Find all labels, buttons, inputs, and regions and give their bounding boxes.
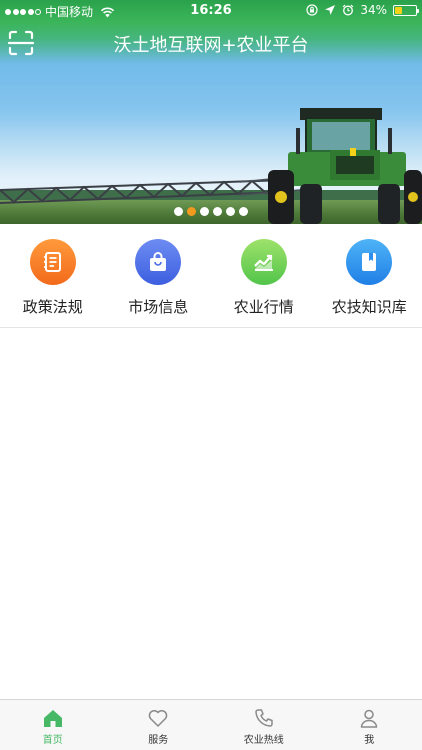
person-icon: [361, 709, 378, 728]
tab-agri-hotline[interactable]: 农业热线: [211, 700, 317, 750]
carousel-dot[interactable]: [200, 207, 209, 216]
quick-menu: 政策法规 市场信息 农业行情 农技知识库: [0, 224, 422, 328]
phone-icon: [255, 709, 273, 727]
quick-menu-policy[interactable]: 政策法规: [0, 224, 106, 327]
battery-percentage: 34%: [360, 3, 387, 17]
shopping-bag-icon: [135, 239, 182, 285]
carousel-dot[interactable]: [239, 207, 248, 216]
carousel-dot[interactable]: [187, 207, 196, 216]
carrier-name: 中国移动: [45, 5, 94, 19]
quick-menu-knowledge-base[interactable]: 农技知识库: [317, 224, 422, 327]
nav-header: 沃土地互联网+农业平台: [0, 22, 422, 64]
tab-label: 农业热线: [243, 735, 284, 746]
alarm-clock-icon: [342, 4, 354, 16]
tab-home[interactable]: 首页: [0, 700, 106, 750]
bottom-tab-bar: 首页 服务 农业热线 我: [0, 699, 422, 750]
carousel-dot[interactable]: [174, 207, 183, 216]
bookmark-book-icon: [346, 239, 393, 285]
quick-menu-label: 政策法规: [22, 298, 83, 316]
battery-level: [395, 6, 402, 14]
quick-menu-agri-trend[interactable]: 农业行情: [211, 224, 317, 327]
tab-label: 首页: [42, 735, 63, 746]
quick-menu-label: 农技知识库: [331, 298, 407, 316]
carousel-dot[interactable]: [226, 207, 235, 216]
quick-menu-market[interactable]: 市场信息: [106, 224, 212, 327]
quick-menu-label: 市场信息: [128, 298, 189, 316]
page-title: 沃土地互联网+农业平台: [113, 35, 309, 56]
signal-strength-icon: [5, 8, 41, 15]
status-bar: 中国移动 16:26 34%: [0, 0, 422, 22]
quick-menu-label: 农业行情: [233, 298, 294, 316]
tab-label: 服务: [148, 735, 169, 746]
home-icon: [43, 710, 62, 727]
carousel-dot[interactable]: [213, 207, 222, 216]
orientation-lock-icon: [306, 4, 318, 16]
trend-chart-icon: [240, 239, 287, 285]
tab-label: 我: [364, 735, 375, 746]
policy-book-icon: [29, 239, 76, 285]
tab-service[interactable]: 服务: [106, 700, 212, 750]
location-arrow-icon: [325, 5, 336, 15]
tab-me[interactable]: 我: [317, 700, 422, 750]
heart-icon: [148, 710, 168, 727]
battery-icon: [393, 4, 419, 16]
carousel-indicator: [0, 207, 422, 216]
wifi-icon: [100, 7, 115, 17]
